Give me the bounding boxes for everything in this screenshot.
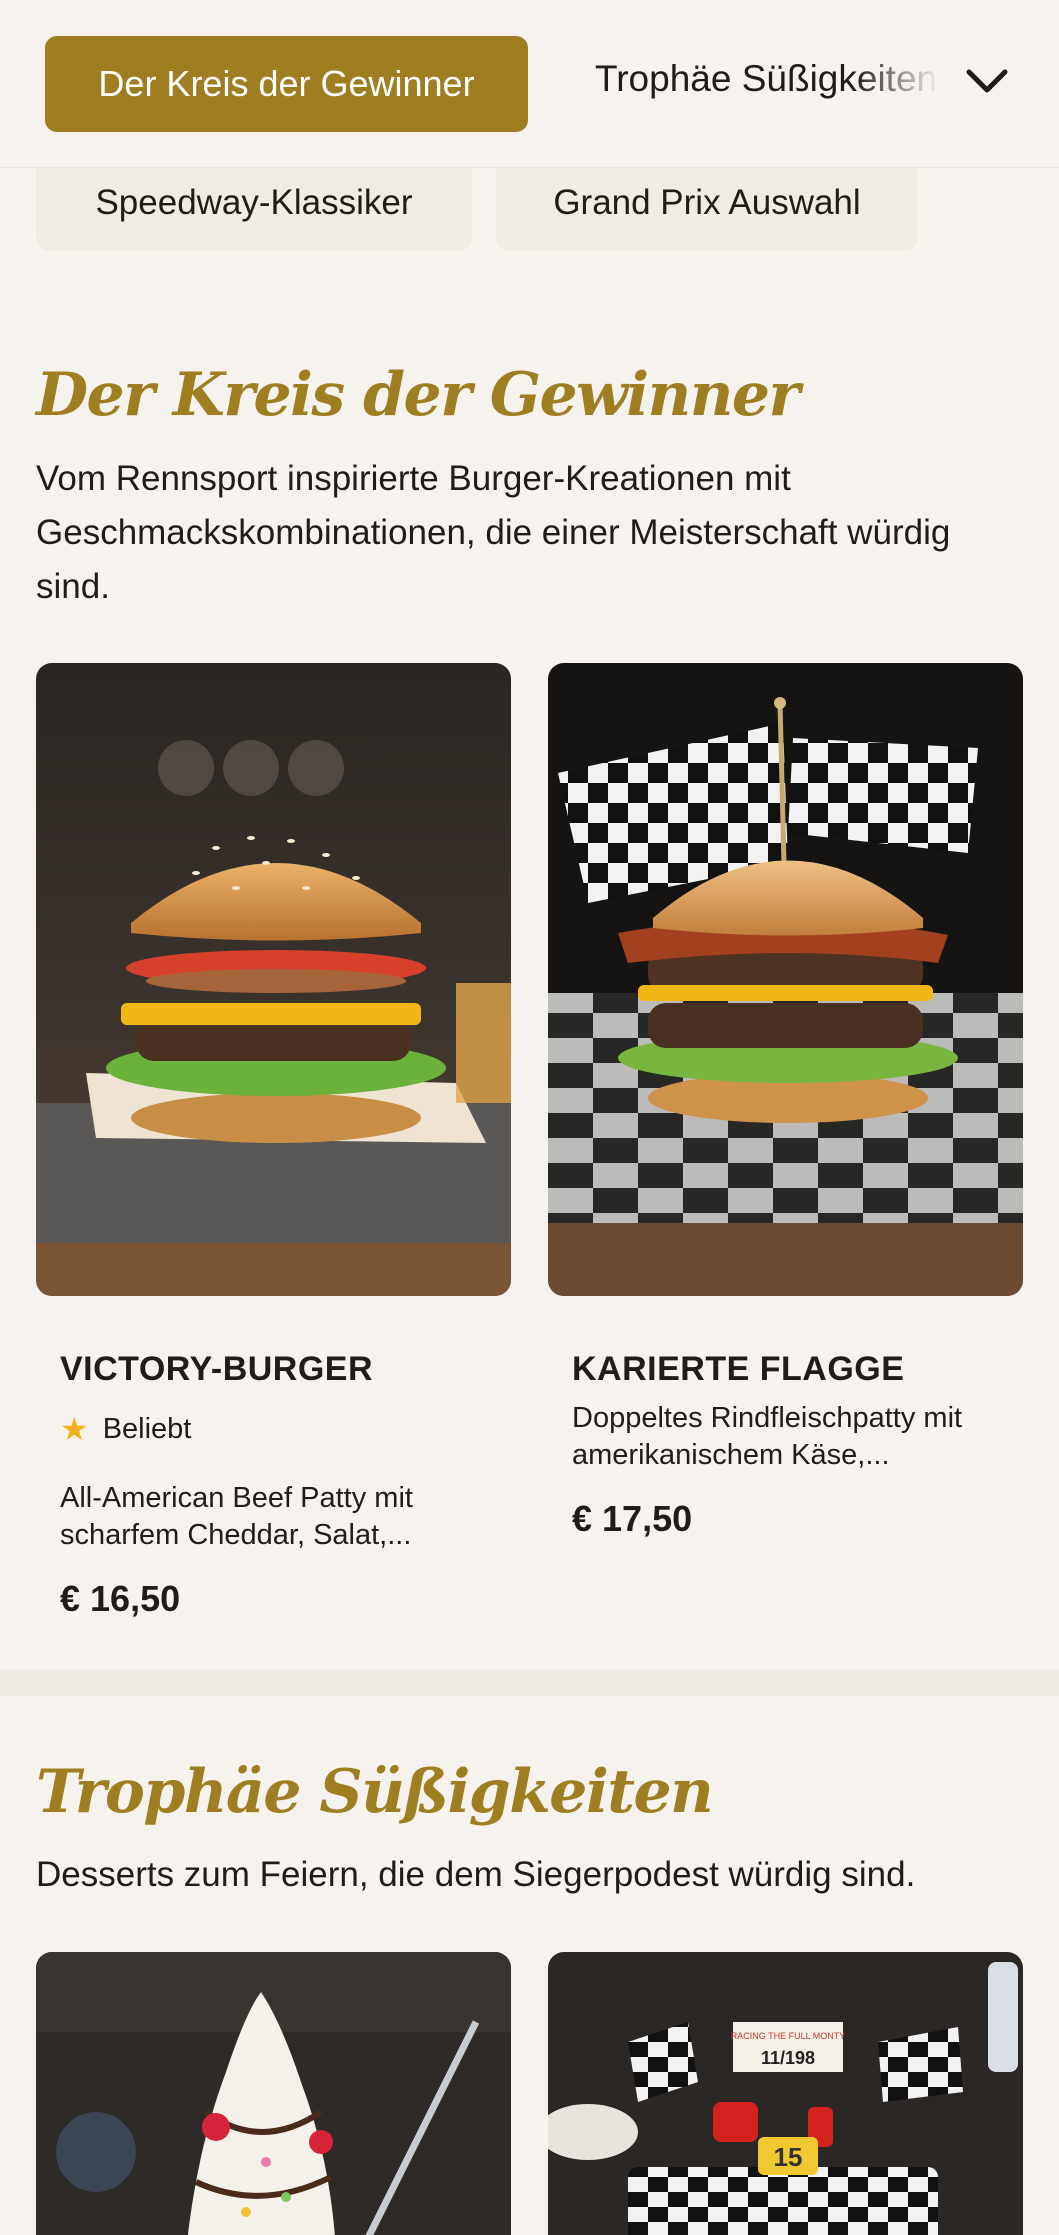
cake-sign-line2: 11/198 (761, 2048, 815, 2068)
tab-trophae-suessigkeiten[interactable]: Trophäe Süßigkeiten (595, 58, 940, 100)
section-title: Der Kreis der Gewinner (36, 360, 800, 430)
dessert-sundae-image[interactable] (36, 1952, 511, 2235)
dessert-cake-image[interactable]: RACING THE FULL MONTY 11/198 15 (548, 1952, 1023, 2235)
product-description: All-American Beef Patty mit scharfem Che… (60, 1482, 413, 1551)
victory-burger-image[interactable] (36, 663, 511, 1296)
section-divider (0, 1670, 1059, 1696)
karierte-flagge-image[interactable] (548, 663, 1023, 1296)
product-name[interactable]: VICTORY-BURGER (60, 1350, 373, 1389)
popular-badge: ★ Beliebt (60, 1410, 191, 1448)
star-icon: ★ (60, 1411, 89, 1447)
chevron-down-icon[interactable] (964, 62, 1010, 102)
product-name[interactable]: KARIERTE FLAGGE (572, 1350, 904, 1389)
cake-number: 15 (774, 2142, 803, 2172)
product-price: € 17,50 (572, 1498, 693, 1539)
tab-speedway-klassiker[interactable]: Speedway-Klassiker (36, 155, 472, 251)
product-price: € 16,50 (60, 1578, 181, 1619)
cake-sign-line1: RACING THE FULL MONTY (731, 2031, 846, 2041)
section-description: Desserts zum Feiern, die dem Siegerpodes… (36, 1855, 916, 1894)
section-title: Trophäe Süßigkeiten (36, 1757, 714, 1827)
product-description: Doppeltes Rindfleischpatty mit amerikani… (572, 1402, 963, 1471)
tab-grand-prix-auswahl[interactable]: Grand Prix Auswahl (496, 155, 918, 251)
category-nav: Der Kreis der Gewinner Trophäe Süßigkeit… (0, 0, 1059, 168)
tab-der-kreis-der-gewinner[interactable]: Der Kreis der Gewinner (45, 36, 528, 132)
badge-label: Beliebt (102, 1412, 192, 1445)
section-description: Vom Rennsport inspirierte Burger-Kreatio… (36, 459, 951, 606)
